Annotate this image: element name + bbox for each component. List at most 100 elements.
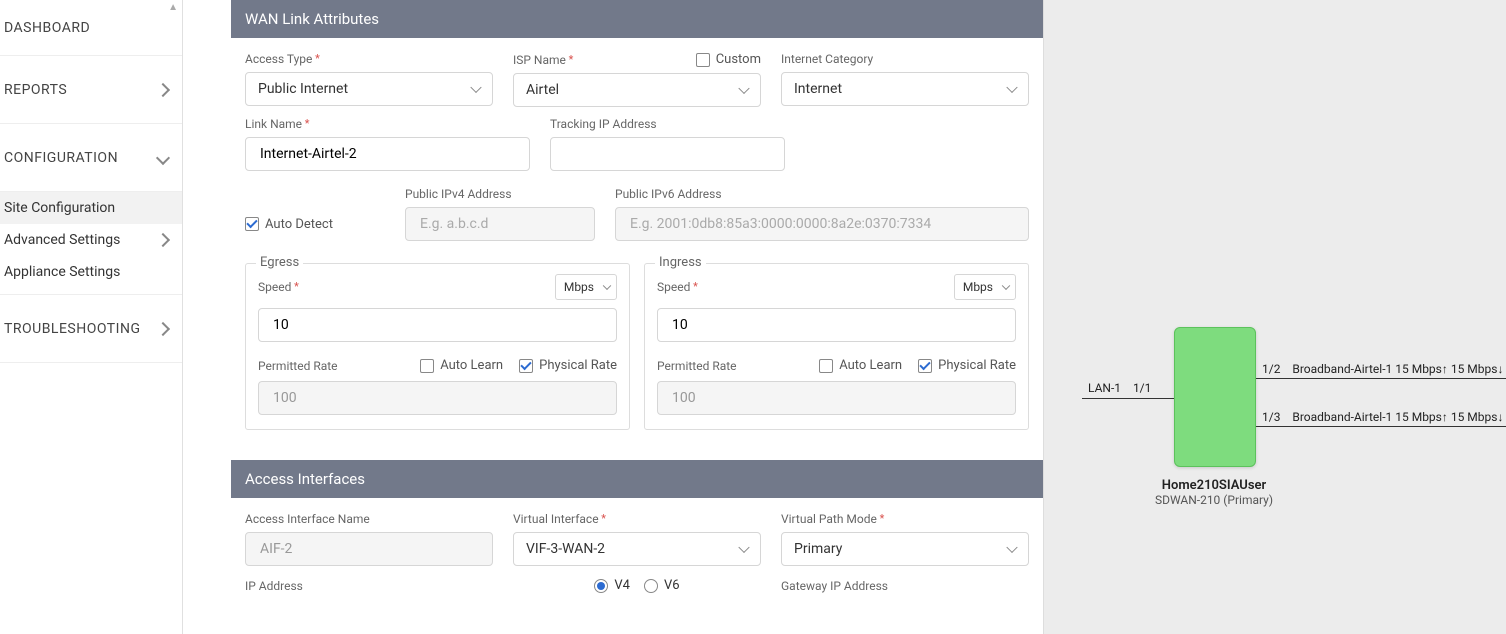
sidebar-item-label: Site Configuration — [4, 200, 115, 216]
checkbox-box-icon — [420, 359, 434, 373]
lan-port: 1/1 — [1133, 381, 1151, 395]
access-if-name-label: Access Interface Name — [245, 512, 493, 526]
lan-name: LAN-1 — [1088, 381, 1121, 395]
virtual-interface-select[interactable]: VIF-3-WAN-2 — [513, 532, 761, 566]
ingress-speed-input[interactable] — [657, 308, 1016, 342]
custom-checkbox[interactable]: Custom — [696, 52, 761, 67]
internet-category-select[interactable]: Internet — [781, 72, 1029, 106]
auto-detect-label: Auto Detect — [265, 217, 333, 232]
nav-dashboard[interactable]: DASHBOARD — [0, 0, 182, 56]
isp-name-value: Airtel — [526, 82, 559, 98]
sidebar-item-advanced-settings[interactable]: Advanced Settings — [0, 224, 182, 256]
device-label: Home210SIAUser SDWAN-210 (Primary) — [1114, 478, 1314, 507]
scroll-up-icon: ▲ — [168, 2, 178, 13]
ingress-speed-unit: Mbps — [963, 280, 993, 294]
virtual-path-mode-value: Primary — [794, 541, 842, 557]
radio-on-icon — [594, 579, 608, 593]
link-name-input[interactable] — [245, 137, 530, 171]
sidebar-item-label: Advanced Settings — [4, 232, 120, 248]
sidebar: ▲ DASHBOARD REPORTS CONFIGURATION Site C… — [0, 0, 183, 634]
wan2-link-line — [1256, 426, 1506, 427]
wan1-port: 1/2 — [1262, 362, 1280, 376]
wan-panel-header: WAN Link Attributes — [231, 0, 1043, 38]
checkbox-box-icon — [696, 53, 710, 67]
main-content: WAN Link Attributes Access Type Public I… — [183, 0, 1043, 634]
ingress-physical-rate-checkbox[interactable]: Physical Rate — [918, 358, 1016, 373]
lan-link-label: LAN-1 1/1 — [1088, 381, 1151, 395]
sidebar-item-appliance-settings[interactable]: Appliance Settings — [0, 256, 182, 295]
ingress-legend: Ingress — [655, 255, 706, 270]
checkbox-checked-icon — [918, 359, 932, 373]
egress-auto-learn-label: Auto Learn — [440, 358, 503, 373]
checkbox-box-icon — [819, 359, 833, 373]
egress-legend: Egress — [256, 255, 303, 270]
internet-category-label: Internet Category — [781, 52, 1029, 66]
ingress-speed-unit-select[interactable]: Mbps — [954, 274, 1016, 300]
public-ipv4-label: Public IPv4 Address — [405, 187, 595, 201]
ip-v6-radio[interactable]: V6 — [644, 578, 680, 593]
v4-label: V4 — [614, 578, 630, 593]
egress-speed-unit-select[interactable]: Mbps — [555, 274, 617, 300]
egress-auto-learn-checkbox[interactable]: Auto Learn — [420, 358, 503, 373]
ip-v4-radio[interactable]: V4 — [594, 578, 630, 593]
chevron-down-icon — [470, 82, 481, 93]
isp-name-label: ISP Name — [513, 53, 573, 67]
nav-reports[interactable]: REPORTS — [0, 56, 182, 124]
egress-permitted-rate-input — [258, 381, 617, 415]
checkbox-checked-icon — [519, 359, 533, 373]
chevron-right-icon — [156, 233, 170, 247]
virtual-interface-label: Virtual Interface — [513, 512, 761, 526]
wan2-port: 1/3 — [1262, 410, 1280, 424]
virtual-path-mode-label: Virtual Path Mode — [781, 512, 1029, 526]
access-if-name-input — [245, 532, 493, 566]
wan1-link-label: 1/2 Broadband-Airtel-1 15 Mbps↑ 15 Mbps↓ — [1262, 362, 1503, 376]
chevron-down-icon — [603, 282, 611, 290]
ip-address-label: IP Address — [245, 579, 493, 593]
public-ipv4-input — [405, 207, 595, 241]
egress-permitted-rate-label: Permitted Rate — [258, 359, 338, 373]
egress-speed-label: Speed — [258, 280, 299, 294]
gateway-ip-label: Gateway IP Address — [781, 579, 1029, 593]
wan-link-attributes-panel: WAN Link Attributes Access Type Public I… — [231, 0, 1043, 619]
nav-configuration[interactable]: CONFIGURATION — [0, 124, 182, 192]
chevron-down-icon — [738, 542, 749, 553]
custom-label: Custom — [716, 52, 761, 67]
access-type-value: Public Internet — [258, 81, 348, 97]
chevron-right-icon — [156, 321, 170, 335]
internet-category-value: Internet — [794, 81, 842, 97]
topology-diagram: Home210SIAUser SDWAN-210 (Primary) LAN-1… — [1043, 0, 1506, 634]
tracking-ip-label: Tracking IP Address — [550, 117, 785, 131]
nav-dashboard-label: DASHBOARD — [4, 20, 90, 36]
lan-link-line — [1082, 398, 1174, 399]
ingress-auto-learn-label: Auto Learn — [839, 358, 902, 373]
sidebar-item-site-configuration[interactable]: Site Configuration — [0, 192, 182, 224]
ingress-auto-learn-checkbox[interactable]: Auto Learn — [819, 358, 902, 373]
wan2-name: Broadband-Airtel-1 15 Mbps↑ 15 Mbps↓ — [1292, 410, 1503, 424]
egress-physical-rate-checkbox[interactable]: Physical Rate — [519, 358, 617, 373]
checkbox-checked-icon — [245, 217, 259, 231]
public-ipv6-input — [615, 207, 1029, 241]
device-name: Home210SIAUser — [1114, 478, 1314, 493]
chevron-down-icon — [1006, 82, 1017, 93]
egress-physical-rate-label: Physical Rate — [539, 358, 617, 373]
tracking-ip-input[interactable] — [550, 137, 785, 171]
virtual-path-mode-select[interactable]: Primary — [781, 532, 1029, 566]
ingress-permitted-rate-input — [657, 381, 1016, 415]
ingress-speed-label: Speed — [657, 280, 698, 294]
access-type-label: Access Type — [245, 52, 493, 66]
chevron-down-icon — [156, 150, 170, 164]
device-node[interactable] — [1174, 327, 1256, 467]
isp-name-select[interactable]: Airtel — [513, 73, 761, 107]
egress-speed-unit: Mbps — [564, 280, 594, 294]
link-name-label: Link Name — [245, 117, 530, 131]
ingress-fieldset: Ingress Speed Mbps Permitted — [644, 263, 1029, 430]
nav-reports-label: REPORTS — [4, 82, 67, 98]
nav-configuration-label: CONFIGURATION — [4, 150, 118, 166]
wan1-name: Broadband-Airtel-1 15 Mbps↑ 15 Mbps↓ — [1292, 362, 1503, 376]
nav-troubleshooting-label: TROUBLESHOOTING — [4, 321, 140, 337]
access-type-select[interactable]: Public Internet — [245, 72, 493, 106]
nav-troubleshooting[interactable]: TROUBLESHOOTING — [0, 295, 182, 363]
device-model: SDWAN-210 (Primary) — [1114, 493, 1314, 507]
egress-speed-input[interactable] — [258, 308, 617, 342]
auto-detect-checkbox[interactable]: Auto Detect — [245, 217, 333, 232]
